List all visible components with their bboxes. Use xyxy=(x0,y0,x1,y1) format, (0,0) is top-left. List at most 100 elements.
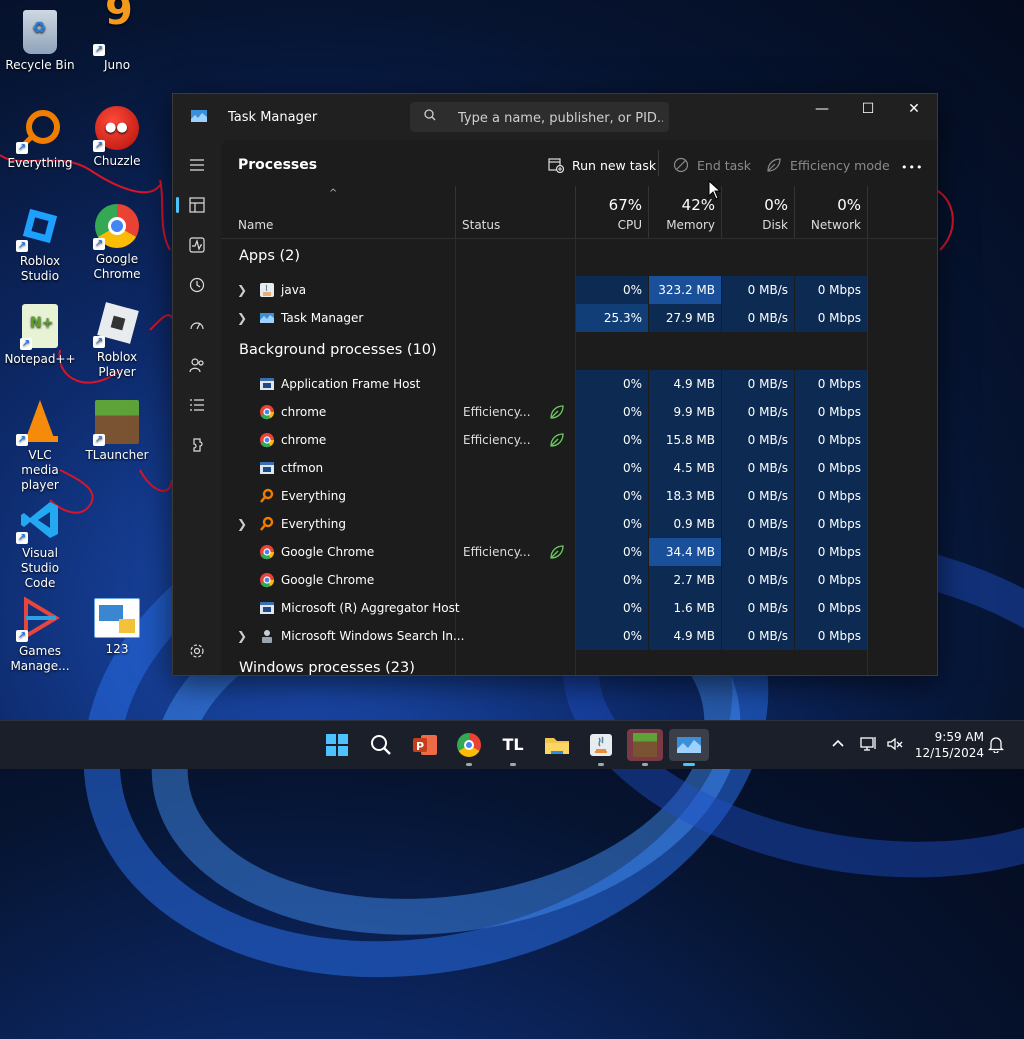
java-icon xyxy=(590,734,612,756)
performance-icon xyxy=(189,237,205,253)
taskbar-java[interactable] xyxy=(585,729,617,766)
taskbar-tlauncher[interactable]: TL xyxy=(497,729,529,766)
table-row[interactable]: Google Chrome Efficiency... 0% 34.4 MB 0 MB/… xyxy=(221,538,937,566)
nav-users[interactable] xyxy=(181,349,213,381)
desktop-icon-juno[interactable]: 9 ↗ Juno xyxy=(77,0,157,73)
memory-cell: 18.3 MB xyxy=(649,482,721,510)
desktop-icon-roblox-player[interactable]: ↗ Roblox Player xyxy=(77,302,157,380)
desktop-icon-123[interactable]: 123 xyxy=(77,598,157,657)
nav-settings[interactable] xyxy=(181,635,213,667)
network-cell: 0 Mbps xyxy=(795,538,867,566)
efficiency-mode-button[interactable]: Efficiency mode xyxy=(766,158,890,173)
table-row[interactable]: Google Chrome 0% 2.7 MB 0 MB/s 0 Mbps xyxy=(221,566,937,594)
desktop-icon-chuzzle[interactable]: ●● ↗ Chuzzle xyxy=(77,106,157,169)
hamburger-menu-button[interactable] xyxy=(181,149,213,181)
disk-cell: 0 MB/s xyxy=(722,370,794,398)
taskbar-minecraft[interactable] xyxy=(627,729,663,766)
nav-performance[interactable] xyxy=(181,229,213,261)
nav-startup-apps[interactable] xyxy=(181,309,213,341)
tlauncher-icon: ↗ xyxy=(93,400,139,446)
table-row[interactable]: ❯ Task Manager 25.3% 27.9 MB 0 MB/s 0 Mbps xyxy=(221,304,937,332)
java-icon xyxy=(260,283,274,297)
desktop-icon-roblox-studio[interactable]: ↗ Roblox Studio xyxy=(0,206,80,284)
search-icon xyxy=(424,109,436,121)
hamburger-icon xyxy=(190,159,204,171)
table-row[interactable]: ❯ Everything 0% 0.9 MB 0 MB/s 0 Mbps xyxy=(221,510,937,538)
desktop-icon-vscode[interactable]: ↗ Visual Studio Code xyxy=(0,498,80,591)
clock[interactable]: 9:59 AM 12/15/2024 xyxy=(914,729,984,761)
group-header-windows[interactable]: Windows processes (23) xyxy=(221,660,937,675)
column-header-disk[interactable]: 0% Disk xyxy=(722,186,795,238)
memory-cell: 4.5 MB xyxy=(649,454,721,482)
app-frame-icon xyxy=(260,378,274,390)
nav-processes[interactable] xyxy=(181,189,213,221)
gear-icon xyxy=(190,644,204,658)
desktop-icon-everything[interactable]: ↗ Everything xyxy=(0,108,80,171)
chevron-right-icon[interactable]: ❯ xyxy=(237,304,247,332)
close-button[interactable]: ✕ xyxy=(891,94,937,124)
users-icon xyxy=(189,358,204,373)
memory-cell: 34.4 MB xyxy=(649,538,721,566)
network-cell: 0 Mbps xyxy=(795,304,867,332)
chevron-right-icon[interactable]: ❯ xyxy=(237,622,247,650)
desktop-icon-recycle-bin[interactable]: ♻ Recycle Bin xyxy=(0,10,80,73)
volume-muted-icon xyxy=(887,737,903,751)
volume-tray-button[interactable] xyxy=(886,735,904,756)
active-indicator xyxy=(683,763,695,766)
everything-icon xyxy=(260,516,274,531)
table-row[interactable]: chrome Efficiency... 0% 9.9 MB 0 MB/s 0 Mbps xyxy=(221,398,937,426)
column-header-status[interactable]: Status xyxy=(456,186,576,238)
network-tray-button[interactable] xyxy=(860,735,878,756)
end-task-icon xyxy=(673,157,689,173)
end-task-button[interactable]: End task xyxy=(673,157,751,173)
memory-cell: 0.9 MB xyxy=(649,510,721,538)
sort-up-icon: ^ xyxy=(329,188,338,199)
table-row[interactable]: ctfmon 0% 4.5 MB 0 MB/s 0 Mbps xyxy=(221,454,937,482)
desktop-icon-notepadpp[interactable]: N+ ↗ Notepad++ xyxy=(0,304,80,367)
nav-details[interactable] xyxy=(181,389,213,421)
table-row[interactable]: Application Frame Host 0% 4.9 MB 0 MB/s 0 Mb… xyxy=(221,370,937,398)
table-row[interactable]: Microsoft (R) Aggregator Host 0% 1.6 MB 0 M… xyxy=(221,594,937,622)
tlauncher-icon: TL xyxy=(502,735,524,754)
desktop-icon-vlc[interactable]: ↗ VLC media player xyxy=(0,400,80,493)
clock-time: 9:59 AM xyxy=(934,730,984,744)
more-options-button[interactable]: ••• xyxy=(901,155,923,176)
table-row[interactable]: Everything 0% 18.3 MB 0 MB/s 0 Mbps xyxy=(221,482,937,510)
desktop-icon-games-manager[interactable]: ↗ Games Manage... xyxy=(0,596,80,674)
title-bar[interactable]: Task Manager — ☐ ✕ xyxy=(173,94,937,140)
group-header-apps[interactable]: Apps (2) xyxy=(221,248,937,276)
search-box[interactable] xyxy=(410,102,669,132)
notepadpp-icon: N+ ↗ xyxy=(20,304,58,350)
chevron-right-icon[interactable]: ❯ xyxy=(237,510,247,538)
table-row[interactable]: ❯ Microsoft Windows Search In... 0% 4.9 MB 0… xyxy=(221,622,937,650)
group-header-background[interactable]: Background processes (10) xyxy=(221,342,937,370)
chevron-right-icon[interactable]: ❯ xyxy=(237,276,247,304)
column-header-cpu[interactable]: 67% CPU xyxy=(576,186,649,238)
desktop-icon-tlauncher[interactable]: ↗ TLauncher xyxy=(77,400,157,463)
process-name: Everything xyxy=(281,489,346,503)
nav-services[interactable] xyxy=(181,429,213,461)
process-name: ctfmon xyxy=(281,461,324,475)
minimize-button[interactable]: — xyxy=(799,94,845,124)
nav-app-history[interactable] xyxy=(181,269,213,301)
taskbar-chrome[interactable] xyxy=(453,729,485,766)
table-row[interactable]: chrome Efficiency... 0% 15.8 MB 0 MB/s 0 Mbps xyxy=(221,426,937,454)
search-input[interactable] xyxy=(456,106,665,130)
notifications-button[interactable] xyxy=(987,735,1005,756)
taskbar-search-button[interactable] xyxy=(365,729,397,761)
maximize-button[interactable]: ☐ xyxy=(845,94,891,124)
column-header-network[interactable]: 0% Network xyxy=(795,186,868,238)
taskbar-task-manager[interactable] xyxy=(669,729,709,766)
memory-cell: 4.9 MB xyxy=(649,370,721,398)
column-header-name[interactable]: ^ Name xyxy=(221,186,456,238)
process-name: Microsoft Windows Search In... xyxy=(281,629,465,643)
cpu-cell: 0% xyxy=(576,566,648,594)
table-row[interactable]: ❯ java 0% 323.2 MB 0 MB/s 0 Mbps xyxy=(221,276,937,304)
run-new-task-button[interactable]: Run new task xyxy=(548,158,656,173)
desktop-icon-google-chrome[interactable]: ↗ Google Chrome xyxy=(77,204,157,282)
start-button[interactable] xyxy=(321,729,353,761)
taskbar-powerpoint[interactable]: P xyxy=(409,729,441,761)
cpu-cell: 0% xyxy=(576,482,648,510)
show-hidden-icons-button[interactable] xyxy=(830,735,846,754)
taskbar-file-explorer[interactable] xyxy=(541,729,573,761)
